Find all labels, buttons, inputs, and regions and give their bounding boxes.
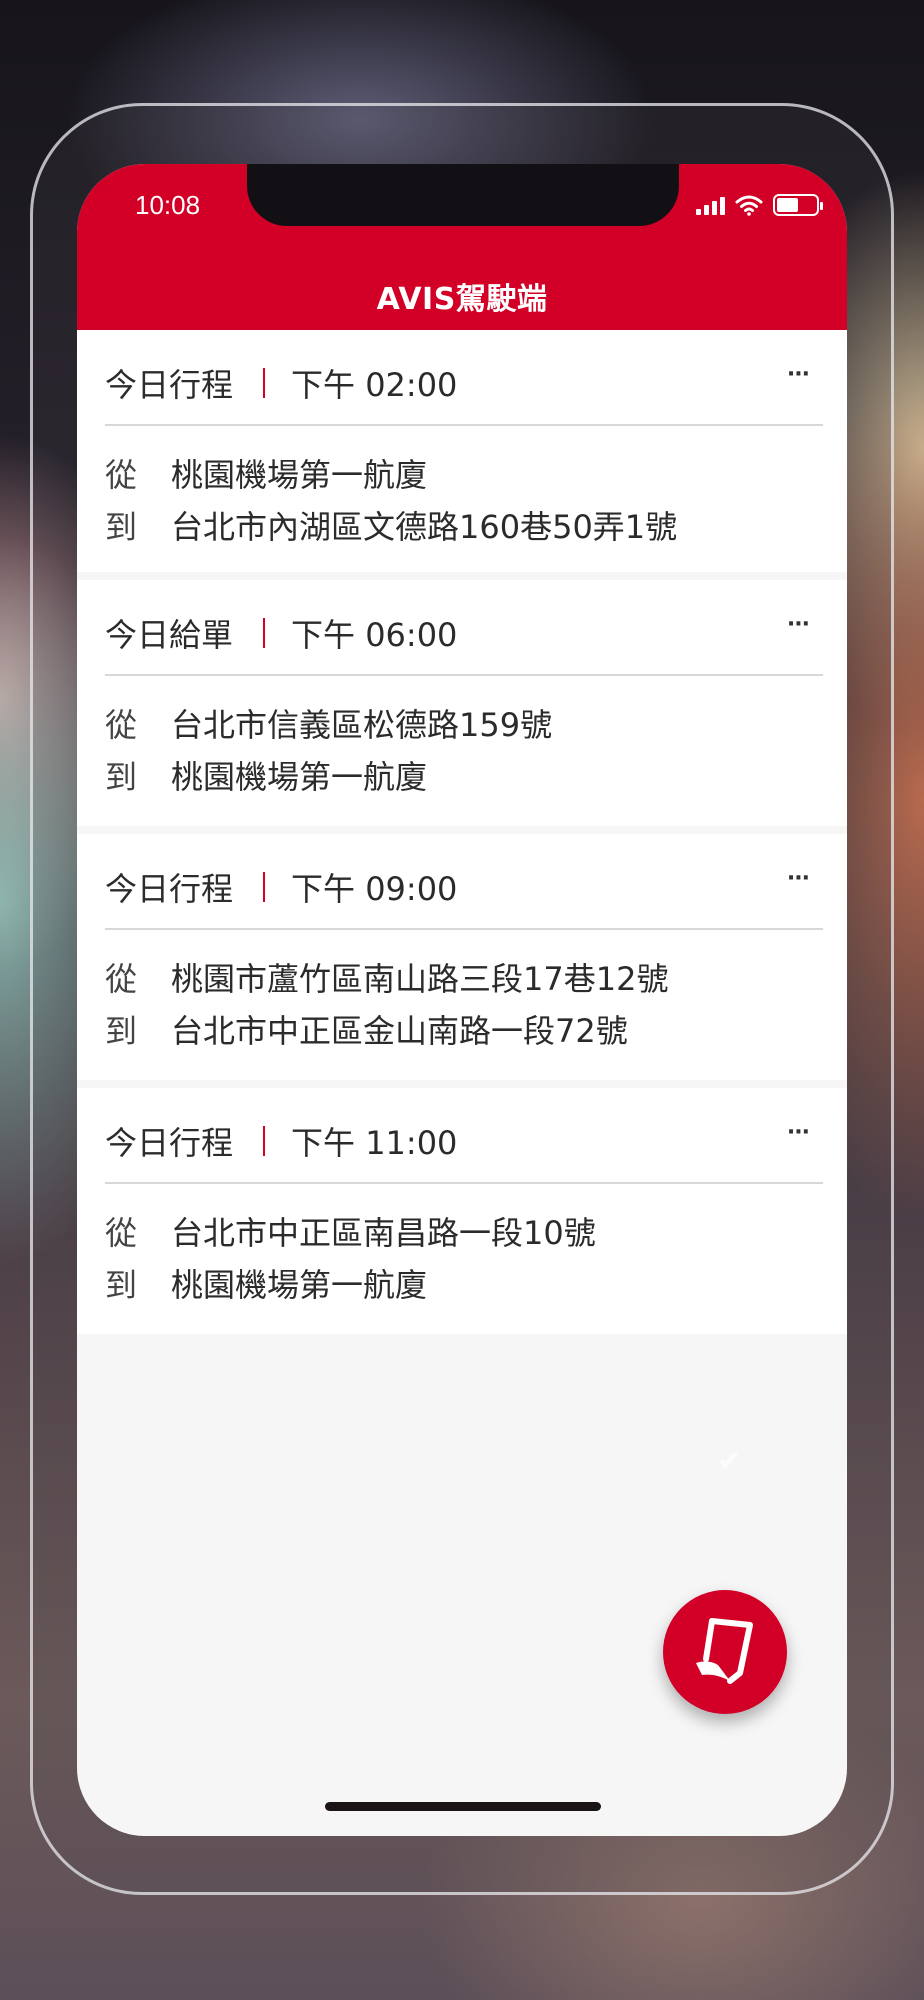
route-from: 從 台北市中正區南昌路一段10號 [105,1208,596,1254]
trip-time: 下午 09:00 [291,870,458,908]
to-address: 桃園機場第一航廈 [171,1266,428,1304]
route-from: 從 桃園機場第一航廈 [105,450,427,496]
more-options-button[interactable]: ··· [787,612,810,637]
trip-card[interactable]: 今日行程 下午 11:00 ··· 從 台北市中正區南昌路一段10號 到 桃園機… [77,1088,847,1334]
app-header: 10:08 AVIS駕駛端 [77,164,847,330]
receipt-button[interactable] [663,1590,787,1714]
to-label: 到 [105,1012,138,1050]
route-from: 從 台北市信義區松德路159號 [105,700,552,746]
more-options-button[interactable]: ··· [787,866,810,891]
card-divider [105,1182,823,1184]
home-indicator[interactable] [325,1802,601,1811]
page-title: AVIS駕駛端 [376,282,548,317]
to-address: 台北市內湖區文德路160巷50弄1號 [171,508,678,546]
trip-time: 下午 02:00 [291,366,458,404]
from-address: 台北市信義區松德路159號 [171,706,553,744]
trip-card[interactable]: 今日行程 下午 02:00 ··· 從 桃園機場第一航廈 到 台北市內湖區文德路… [77,330,847,572]
trip-header: 今日給單 下午 06:00 [105,610,457,656]
route-from: 從 桃園市蘆竹區南山路三段17巷12號 [105,954,668,1000]
trip-header: 今日行程 下午 02:00 [105,360,457,406]
from-label: 從 [105,456,138,494]
card-divider [105,674,823,676]
trip-type: 今日給單 [105,616,234,654]
trip-header: 今日行程 下午 11:00 [105,1118,457,1164]
checkmark-icon: ✔ [717,1444,743,1479]
trip-time: 下午 11:00 [291,1124,458,1162]
to-label: 到 [105,1266,138,1304]
trip-type: 今日行程 [105,366,234,404]
card-divider [105,928,823,930]
battery-icon [773,194,823,216]
from-label: 從 [105,960,138,998]
route-to: 到 台北市內湖區文德路160巷50弄1號 [105,502,677,548]
wifi-icon [735,195,763,216]
device-notch [247,164,679,226]
to-address: 桃園機場第一航廈 [171,758,428,796]
to-address: 台北市中正區金山南路一段72號 [171,1012,628,1050]
trip-type: 今日行程 [105,870,234,908]
route-to: 到 台北市中正區金山南路一段72號 [105,1006,628,1052]
trip-card[interactable]: 今日行程 下午 09:00 ··· 從 桃園市蘆竹區南山路三段17巷12號 到 … [77,834,847,1080]
trip-list: 今日行程 下午 02:00 ··· 從 桃園機場第一航廈 到 台北市內湖區文德路… [77,330,847,1342]
trip-card[interactable]: 今日給單 下午 06:00 ··· 從 台北市信義區松德路159號 到 桃園機場… [77,580,847,826]
route-to: 到 桃園機場第一航廈 [105,1260,427,1306]
header-divider [263,872,266,902]
from-address: 桃園機場第一航廈 [171,456,428,494]
trip-header: 今日行程 下午 09:00 [105,864,457,910]
route-to: 到 桃園機場第一航廈 [105,752,427,798]
status-icons [696,194,823,216]
from-label: 從 [105,1214,138,1252]
trip-type: 今日行程 [105,1124,234,1162]
from-label: 從 [105,706,138,744]
trip-time: 下午 06:00 [291,616,458,654]
card-divider [105,424,823,426]
app-screen: 10:08 AVIS駕駛端 今日行程 下午 02:00 ··· 從 桃園機場第一… [77,164,847,1836]
more-options-button[interactable]: ··· [787,362,810,387]
from-address: 台北市中正區南昌路一段10號 [171,1214,596,1252]
more-options-button[interactable]: ··· [787,1120,810,1145]
status-time: 10:08 [135,190,201,220]
from-address: 桃園市蘆竹區南山路三段17巷12號 [171,960,669,998]
header-divider [263,368,266,398]
to-label: 到 [105,758,138,796]
receipt-icon [696,1618,753,1684]
header-divider [263,1126,266,1156]
header-divider [263,618,266,648]
to-label: 到 [105,508,138,546]
signal-icon [696,195,725,215]
